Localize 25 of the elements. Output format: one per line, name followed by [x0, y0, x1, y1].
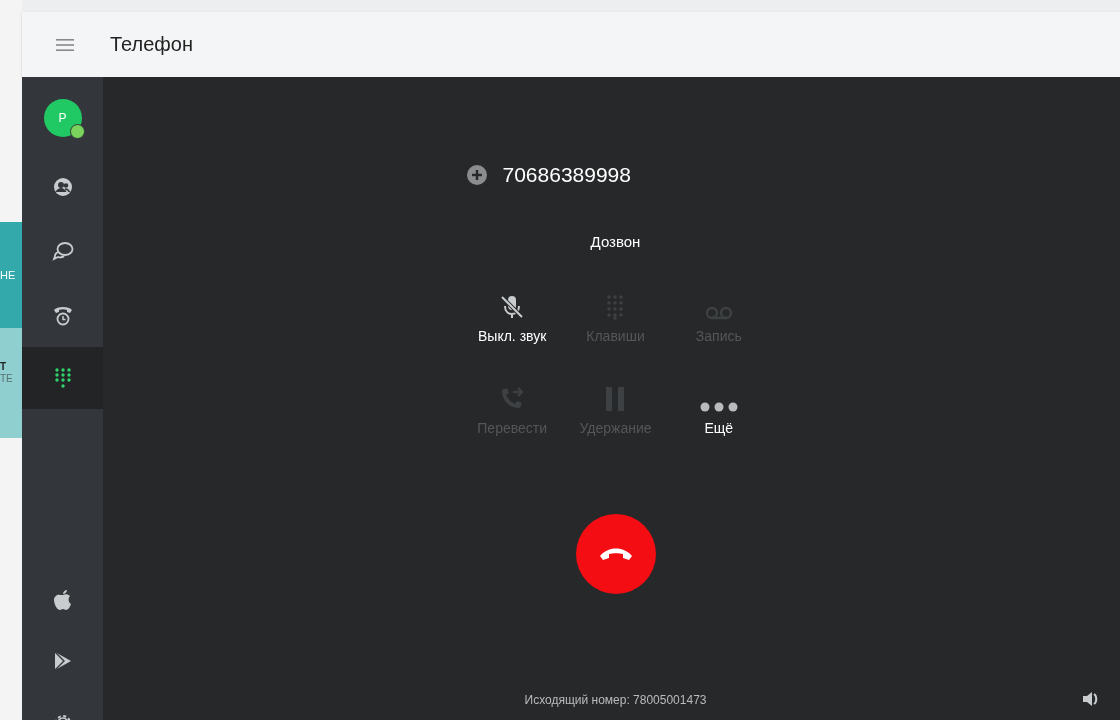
speaker-icon[interactable]: [1082, 691, 1100, 707]
call-control-button[interactable]: Выкл. звук: [460, 292, 564, 344]
menu-icon[interactable]: [56, 38, 74, 51]
outgoing-number-text: Исходящий номер: 78005001473: [524, 693, 707, 707]
apple-icon[interactable]: [53, 588, 72, 610]
call-control-button[interactable]: Ещё: [667, 384, 771, 436]
mic-off-icon: [499, 294, 526, 320]
background-text: Т: [0, 361, 8, 373]
contacts-icon: [52, 177, 73, 197]
sidebar-item[interactable]: [22, 347, 103, 409]
call-status: Дозвон: [590, 233, 641, 250]
phone-hang-up-icon: [598, 547, 633, 561]
phone-clock-icon: [52, 304, 73, 326]
avatar[interactable]: P: [43, 99, 82, 137]
background-text: НЕ: [0, 269, 16, 281]
voicemail-icon: [704, 306, 733, 320]
dialpad-icon: [605, 294, 626, 320]
play-store-icon[interactable]: [53, 651, 72, 671]
chat-bubbles-icon: [51, 240, 74, 262]
phone-number: 70686389998: [502, 163, 631, 187]
dialpad-icon: [52, 367, 73, 389]
more-icon: [698, 402, 739, 412]
background-text: ТЕ: [0, 373, 14, 385]
app-title: Телефон: [110, 33, 193, 56]
add-circle-icon[interactable]: [466, 165, 487, 185]
